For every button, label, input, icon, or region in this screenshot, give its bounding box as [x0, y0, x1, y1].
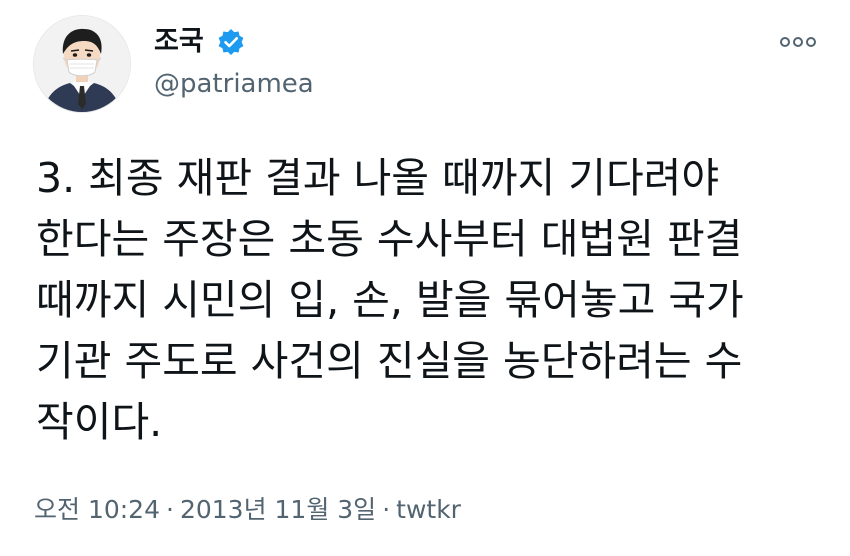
verified-badge-icon — [218, 29, 244, 55]
tweet-source-link[interactable]: twtkr — [396, 495, 461, 524]
meta-separator: · — [166, 495, 174, 524]
more-horizontal-icon — [780, 37, 816, 47]
avatar[interactable] — [34, 16, 130, 112]
tweet-text-line: 작이다. — [36, 398, 163, 446]
tweet-card: 조국 @patriamea 3. 최종 재판 결과 나올 때까지 기다려야 한다… — [0, 0, 850, 556]
author-name[interactable]: 조국 — [154, 22, 204, 62]
author-handle[interactable]: @patriamea — [154, 66, 314, 102]
tweet-text-line: 한다는 주장은 초동 수사부터 대법원 판결 — [36, 215, 743, 263]
tweet-time[interactable]: 오전 10:24 — [34, 495, 160, 524]
more-options-button[interactable] — [776, 30, 820, 54]
tweet-date[interactable]: 2013년 11월 3일 — [180, 495, 376, 524]
tweet-text-line: 기관 주도로 사건의 진실을 농단하려는 수 — [36, 337, 743, 385]
meta-separator: · — [382, 495, 391, 524]
tweet-text-line: 3. 최종 재판 결과 나올 때까지 기다려야 — [36, 154, 720, 202]
tweet-text-line: 때까지 시민의 입, 손, 발을 묶어놓고 국가 — [36, 276, 744, 324]
avatar-illustration — [34, 16, 130, 112]
tweet-text: 3. 최종 재판 결과 나올 때까지 기다려야 한다는 주장은 초동 수사부터 … — [36, 148, 826, 453]
tweet-meta: 오전 10:24 · 2013년 11월 3일 · twtkr — [34, 492, 461, 528]
